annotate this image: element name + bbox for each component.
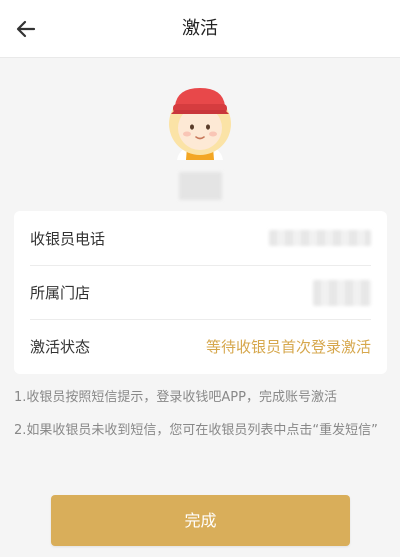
page-title: 激活 xyxy=(182,18,218,39)
hint-line-2: 2.如果收银员未收到短信，您可在收银员列表中点击“重发短信” xyxy=(14,423,378,438)
phone-label: 收银员电话 xyxy=(30,229,106,248)
activation-hints: 1.收银员按照短信提示，登录收钱吧APP，完成账号激活 2.如果收银员未收到短信… xyxy=(14,389,386,440)
top-bar: 激活 xyxy=(0,0,400,58)
arrow-left-icon xyxy=(16,20,36,38)
phone-row: 收银员电话 xyxy=(30,211,371,265)
cashier-name-redacted xyxy=(179,172,222,200)
info-card: 收银员电话 所属门店 激活状态 等待收银员首次登录激活 xyxy=(14,211,387,374)
status-value: 等待收银员首次登录激活 xyxy=(205,338,371,356)
status-row: 激活状态 等待收银员首次登录激活 xyxy=(30,319,371,373)
avatar xyxy=(167,84,233,160)
phone-value-redacted xyxy=(269,230,371,246)
back-button[interactable] xyxy=(8,11,44,47)
hint-line-1: 1.收银员按照短信提示，登录收钱吧APP，完成账号激活 xyxy=(14,390,337,405)
cashier-avatar-icon xyxy=(169,88,231,160)
done-button[interactable]: 完成 xyxy=(51,495,350,546)
status-label: 激活状态 xyxy=(30,338,91,356)
store-label: 所属门店 xyxy=(30,284,91,302)
store-value-redacted xyxy=(313,279,371,306)
store-row: 所属门店 xyxy=(30,265,371,319)
